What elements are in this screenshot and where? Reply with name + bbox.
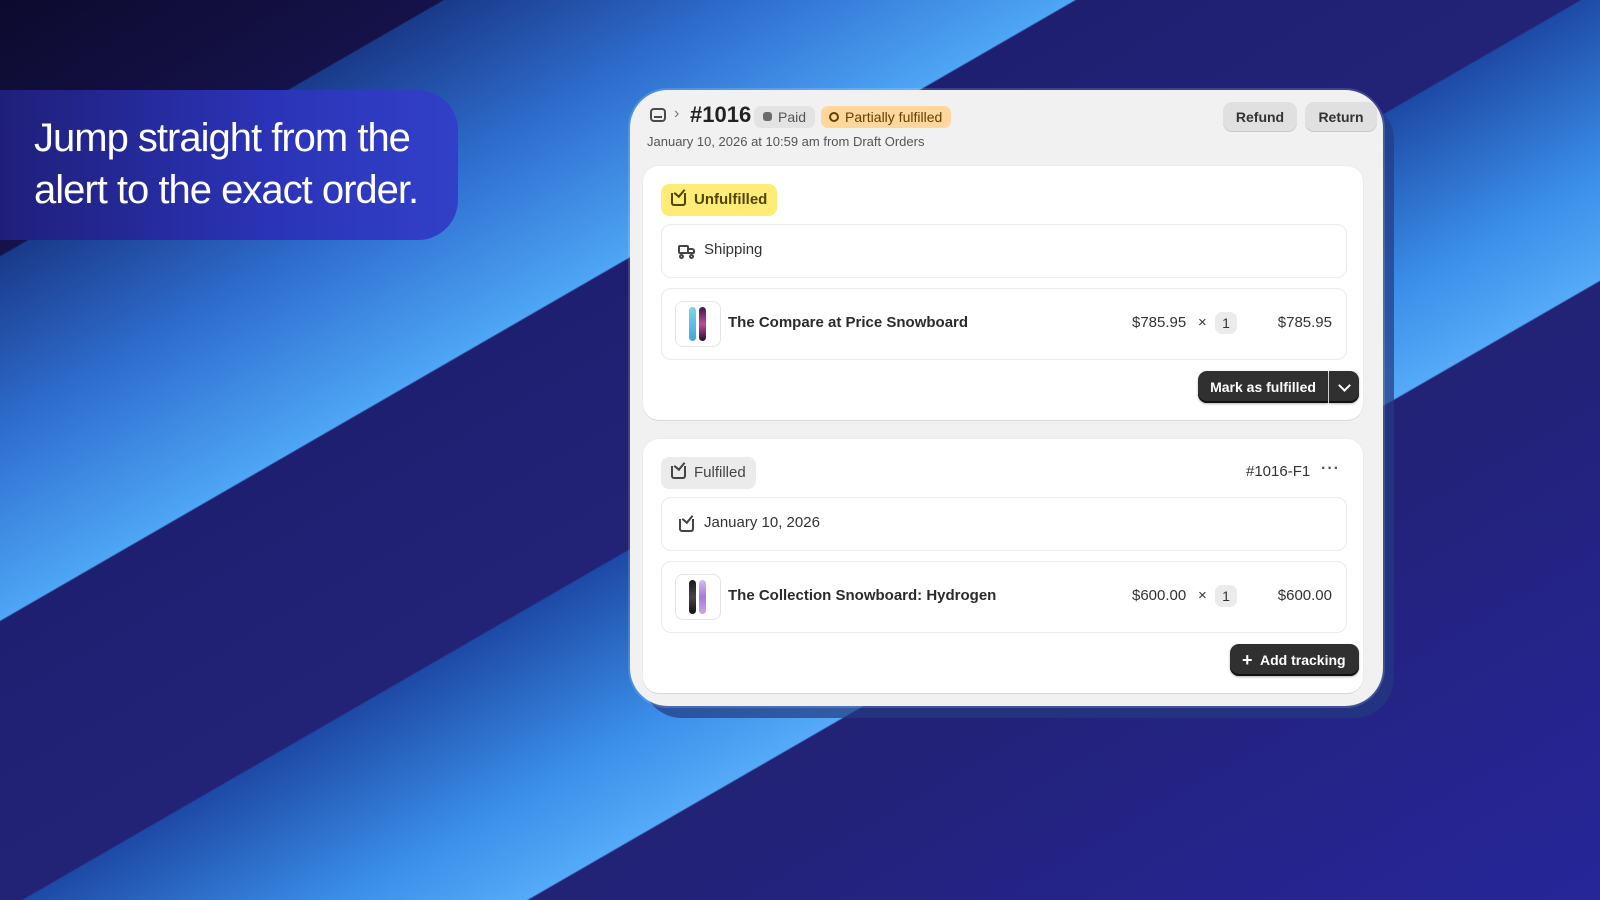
- partially-fulfilled-badge: Partially fulfilled: [821, 106, 952, 128]
- product-thumbnail: [675, 574, 721, 620]
- line-item: The Collection Snowboard: Hydrogen $600.…: [661, 561, 1347, 633]
- fulfillment-icon: [679, 515, 697, 532]
- multiply-sign: ×: [1198, 314, 1207, 331]
- line-total: $785.95: [1277, 314, 1332, 331]
- product-name[interactable]: The Collection Snowboard: Hydrogen: [728, 587, 996, 604]
- unfulfilled-status-badge: Unfulfilled: [661, 184, 778, 216]
- line-item: The Compare at Price Snowboard $785.95 ×…: [661, 288, 1347, 360]
- order-icon[interactable]: [650, 108, 666, 122]
- multiply-sign: ×: [1198, 587, 1207, 604]
- shipping-row: Shipping: [661, 224, 1347, 278]
- order-subtitle: January 10, 2026 at 10:59 am from Draft …: [647, 134, 925, 149]
- truck-icon: [678, 244, 696, 259]
- fulfillment-icon: [671, 193, 686, 206]
- headline-line-1: Jump straight from the: [34, 116, 411, 160]
- fulfilled-status-badge: Fulfilled: [661, 457, 756, 489]
- more-icon[interactable]: ···: [1321, 460, 1340, 478]
- shipping-label: Shipping: [704, 241, 763, 258]
- paid-badge: Paid: [754, 106, 816, 128]
- product-name[interactable]: The Compare at Price Snowboard: [728, 314, 968, 331]
- unit-price: $600.00: [1132, 587, 1187, 604]
- unit-price: $785.95: [1132, 314, 1187, 331]
- product-thumbnail: [675, 301, 721, 347]
- order-header: › #1016 Paid Partially fulfilled Refund …: [630, 90, 1383, 160]
- mark-as-fulfilled-button[interactable]: Mark as fulfilled: [1198, 371, 1328, 403]
- mark-as-fulfilled-dropdown[interactable]: [1329, 371, 1359, 403]
- fulfillment-id: #1016-F1: [1246, 463, 1311, 480]
- order-number: #1016: [690, 102, 752, 127]
- unfulfilled-status-label: Unfulfilled: [694, 191, 768, 208]
- plus-icon: +: [1242, 650, 1253, 670]
- headline-line-2: alert to the exact order.: [34, 168, 419, 212]
- quantity-badge: 1: [1215, 312, 1237, 334]
- order-panel: › #1016 Paid Partially fulfilled Refund …: [630, 90, 1383, 706]
- fulfillment-date-row: January 10, 2026: [661, 497, 1347, 551]
- add-tracking-label: Add tracking: [1260, 652, 1346, 668]
- fulfilled-card: Fulfilled #1016-F1 ··· January 10, 2026 …: [643, 439, 1363, 693]
- fulfillment-date: January 10, 2026: [704, 514, 820, 531]
- return-button[interactable]: Return: [1305, 102, 1377, 132]
- refund-button[interactable]: Refund: [1223, 102, 1297, 132]
- add-tracking-button[interactable]: + Add tracking: [1230, 644, 1359, 676]
- fulfilled-status-label: Fulfilled: [694, 464, 746, 481]
- fulfillment-icon: [671, 466, 686, 479]
- unfulfilled-card: Unfulfilled Shipping The Compare at Pric…: [643, 166, 1363, 420]
- quantity-badge: 1: [1215, 585, 1237, 607]
- breadcrumb-chevron-icon: ›: [674, 105, 680, 122]
- line-total: $600.00: [1277, 587, 1332, 604]
- chevron-down-icon: [1338, 379, 1351, 392]
- headline-banner: Jump straight from the alert to the exac…: [0, 90, 458, 240]
